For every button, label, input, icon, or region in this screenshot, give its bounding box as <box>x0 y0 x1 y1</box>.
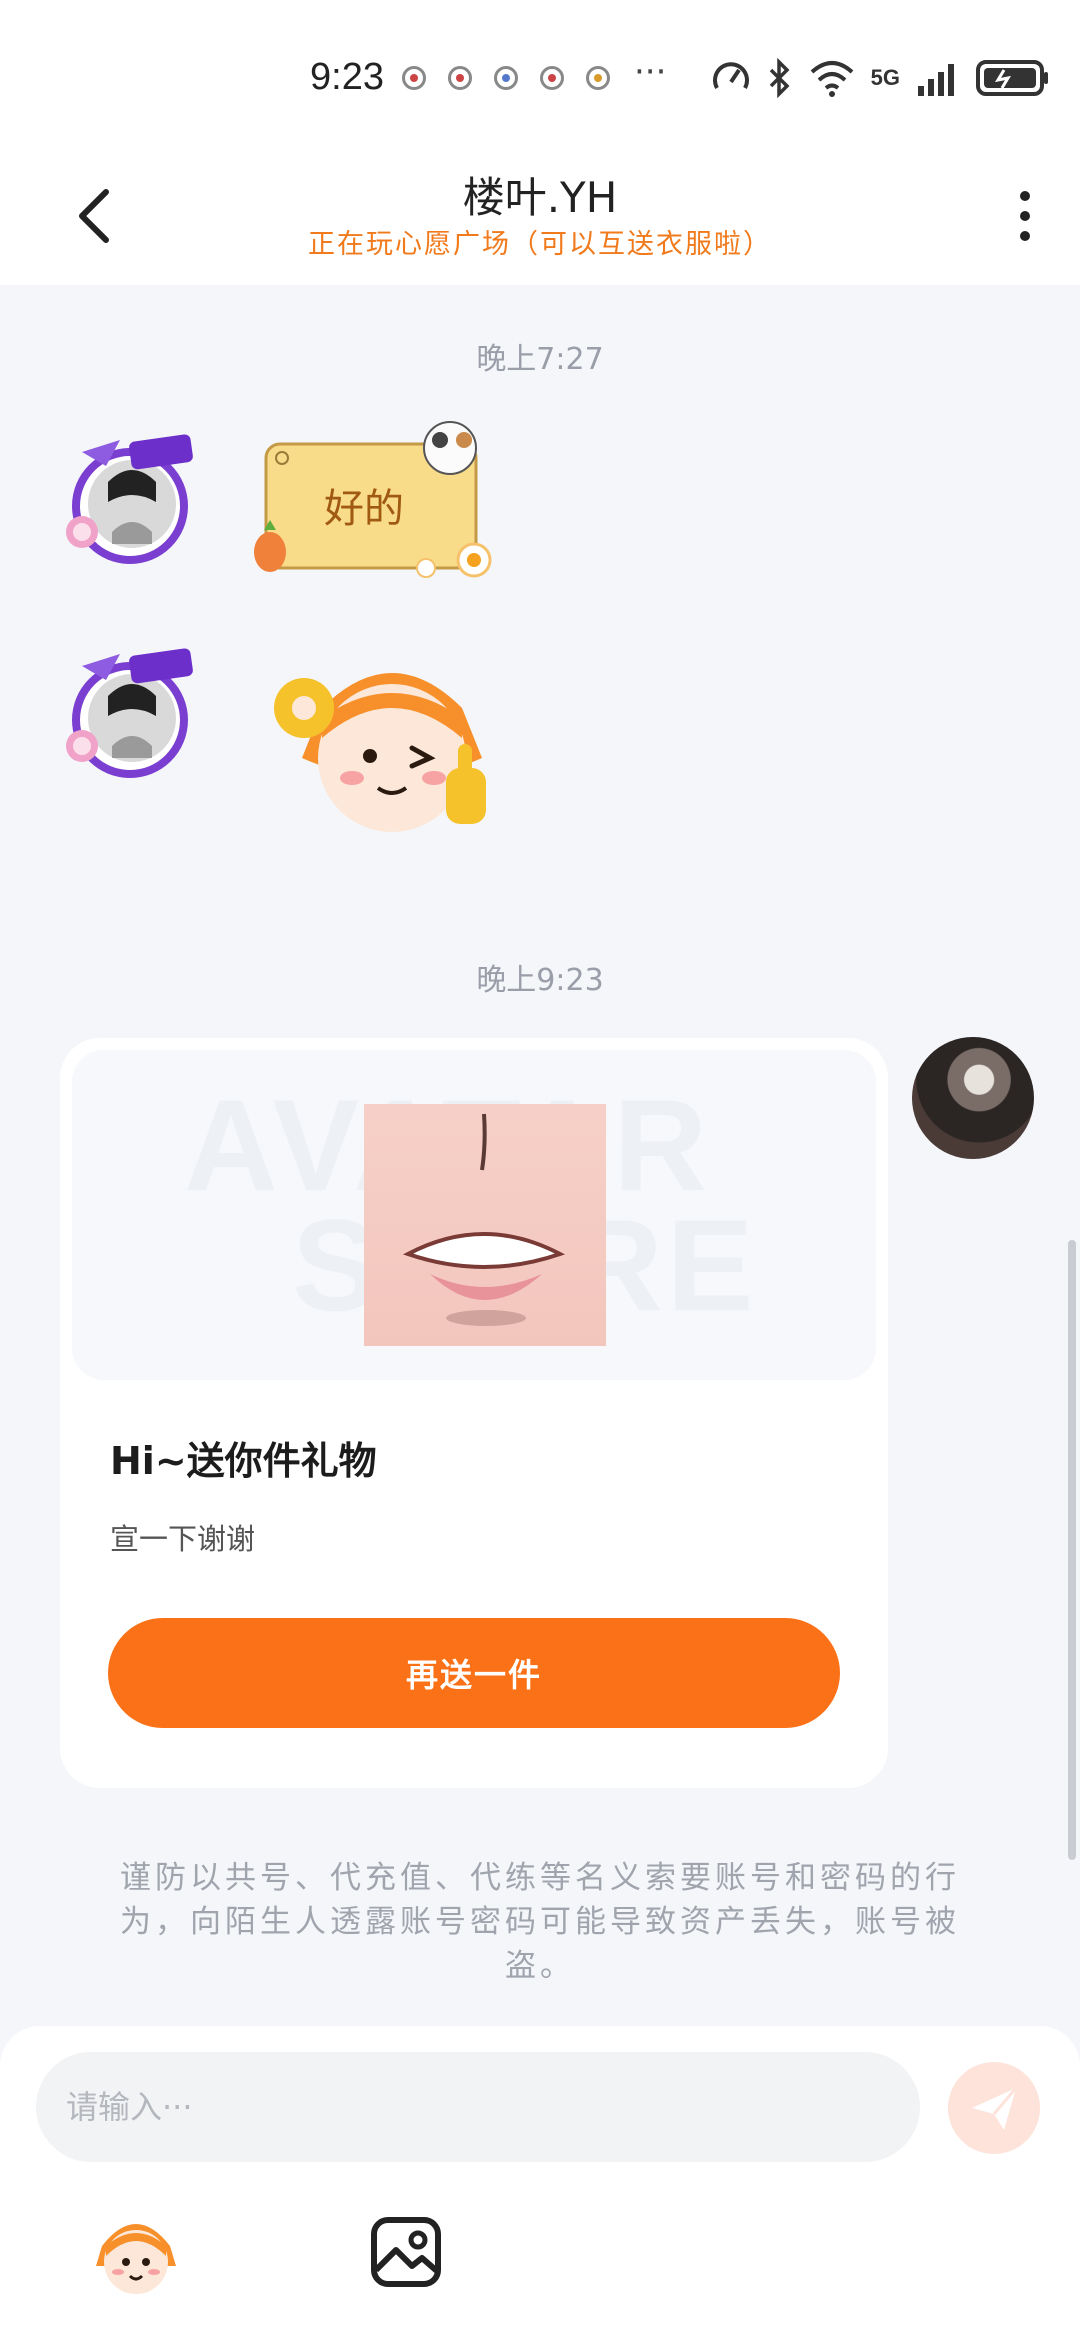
wifi-icon <box>810 61 853 97</box>
image-picker-button[interactable] <box>366 2212 446 2292</box>
avatar-frame-icon <box>66 434 193 564</box>
status-time: 9:23 <box>310 56 384 98</box>
gift-item-image <box>364 1104 606 1346</box>
contact-avatar[interactable] <box>60 646 200 786</box>
scrollbar[interactable] <box>1068 1240 1076 1860</box>
notification-more-icon: ··· <box>634 52 667 92</box>
battery-icon <box>976 60 1048 96</box>
message-timestamp: 晚上7:27 <box>476 342 604 377</box>
send-button[interactable] <box>948 2062 1040 2154</box>
send-another-gift-button[interactable]: 再送一件 <box>108 1618 840 1728</box>
gift-card[interactable]: AVATAR STORE Hi~送你件礼物 宣一下谢谢 再送一件 <box>60 1038 888 1788</box>
sticker-text: 好的 <box>324 486 404 532</box>
gift-title: Hi~送你件礼物 <box>110 1439 377 1483</box>
image-icon <box>371 2217 441 2287</box>
avatar-frame-icon <box>66 648 193 778</box>
network-label: 5G <box>870 65 900 90</box>
notification-icon <box>402 66 426 90</box>
mouth-item-icon <box>402 1113 566 1326</box>
more-options-button[interactable] <box>1000 180 1050 250</box>
sticker-message[interactable]: 好的 <box>244 420 504 590</box>
gift-image-area: AVATAR STORE <box>72 1050 876 1380</box>
ok-gesture-sticker-icon <box>274 673 486 832</box>
notification-icon <box>448 66 472 90</box>
notification-icon <box>586 66 610 90</box>
sticker-message[interactable] <box>262 648 522 848</box>
message-timestamp: 晚上9:23 <box>476 963 604 998</box>
paper-plane-icon <box>972 2087 1018 2130</box>
notification-icon <box>494 66 518 90</box>
notification-icon <box>540 66 564 90</box>
signal-icon <box>918 64 954 96</box>
input-panel <box>0 2026 1080 2340</box>
speed-icon <box>712 62 749 89</box>
chat-header: 楼叶.YH 正在玩心愿广场（可以互送衣服啦） <box>0 160 1080 285</box>
message-input[interactable] <box>36 2052 920 2162</box>
status-bar: 9:23 ··· 5G <box>0 0 1080 160</box>
emoji-sticker-button[interactable] <box>88 2206 184 2302</box>
security-warning: 谨防以共号、代充值、代练等名义索要账号和密码的行为，向陌生人透露账号密码可能导致… <box>120 1860 960 1984</box>
user-avatar[interactable] <box>912 1037 1034 1159</box>
bluetooth-icon <box>769 58 790 98</box>
contact-avatar[interactable] <box>60 432 200 572</box>
contact-status: 正在玩心愿广场（可以互送衣服啦） <box>308 229 772 260</box>
more-vertical-icon <box>1020 191 1030 241</box>
system-icons: 5G <box>711 58 1050 98</box>
emoji-sticker-icon <box>96 2224 176 2294</box>
contact-name: 楼叶.YH <box>462 173 618 222</box>
gift-message: 宣一下谢谢 <box>110 1522 256 1556</box>
notification-icons <box>402 66 610 90</box>
